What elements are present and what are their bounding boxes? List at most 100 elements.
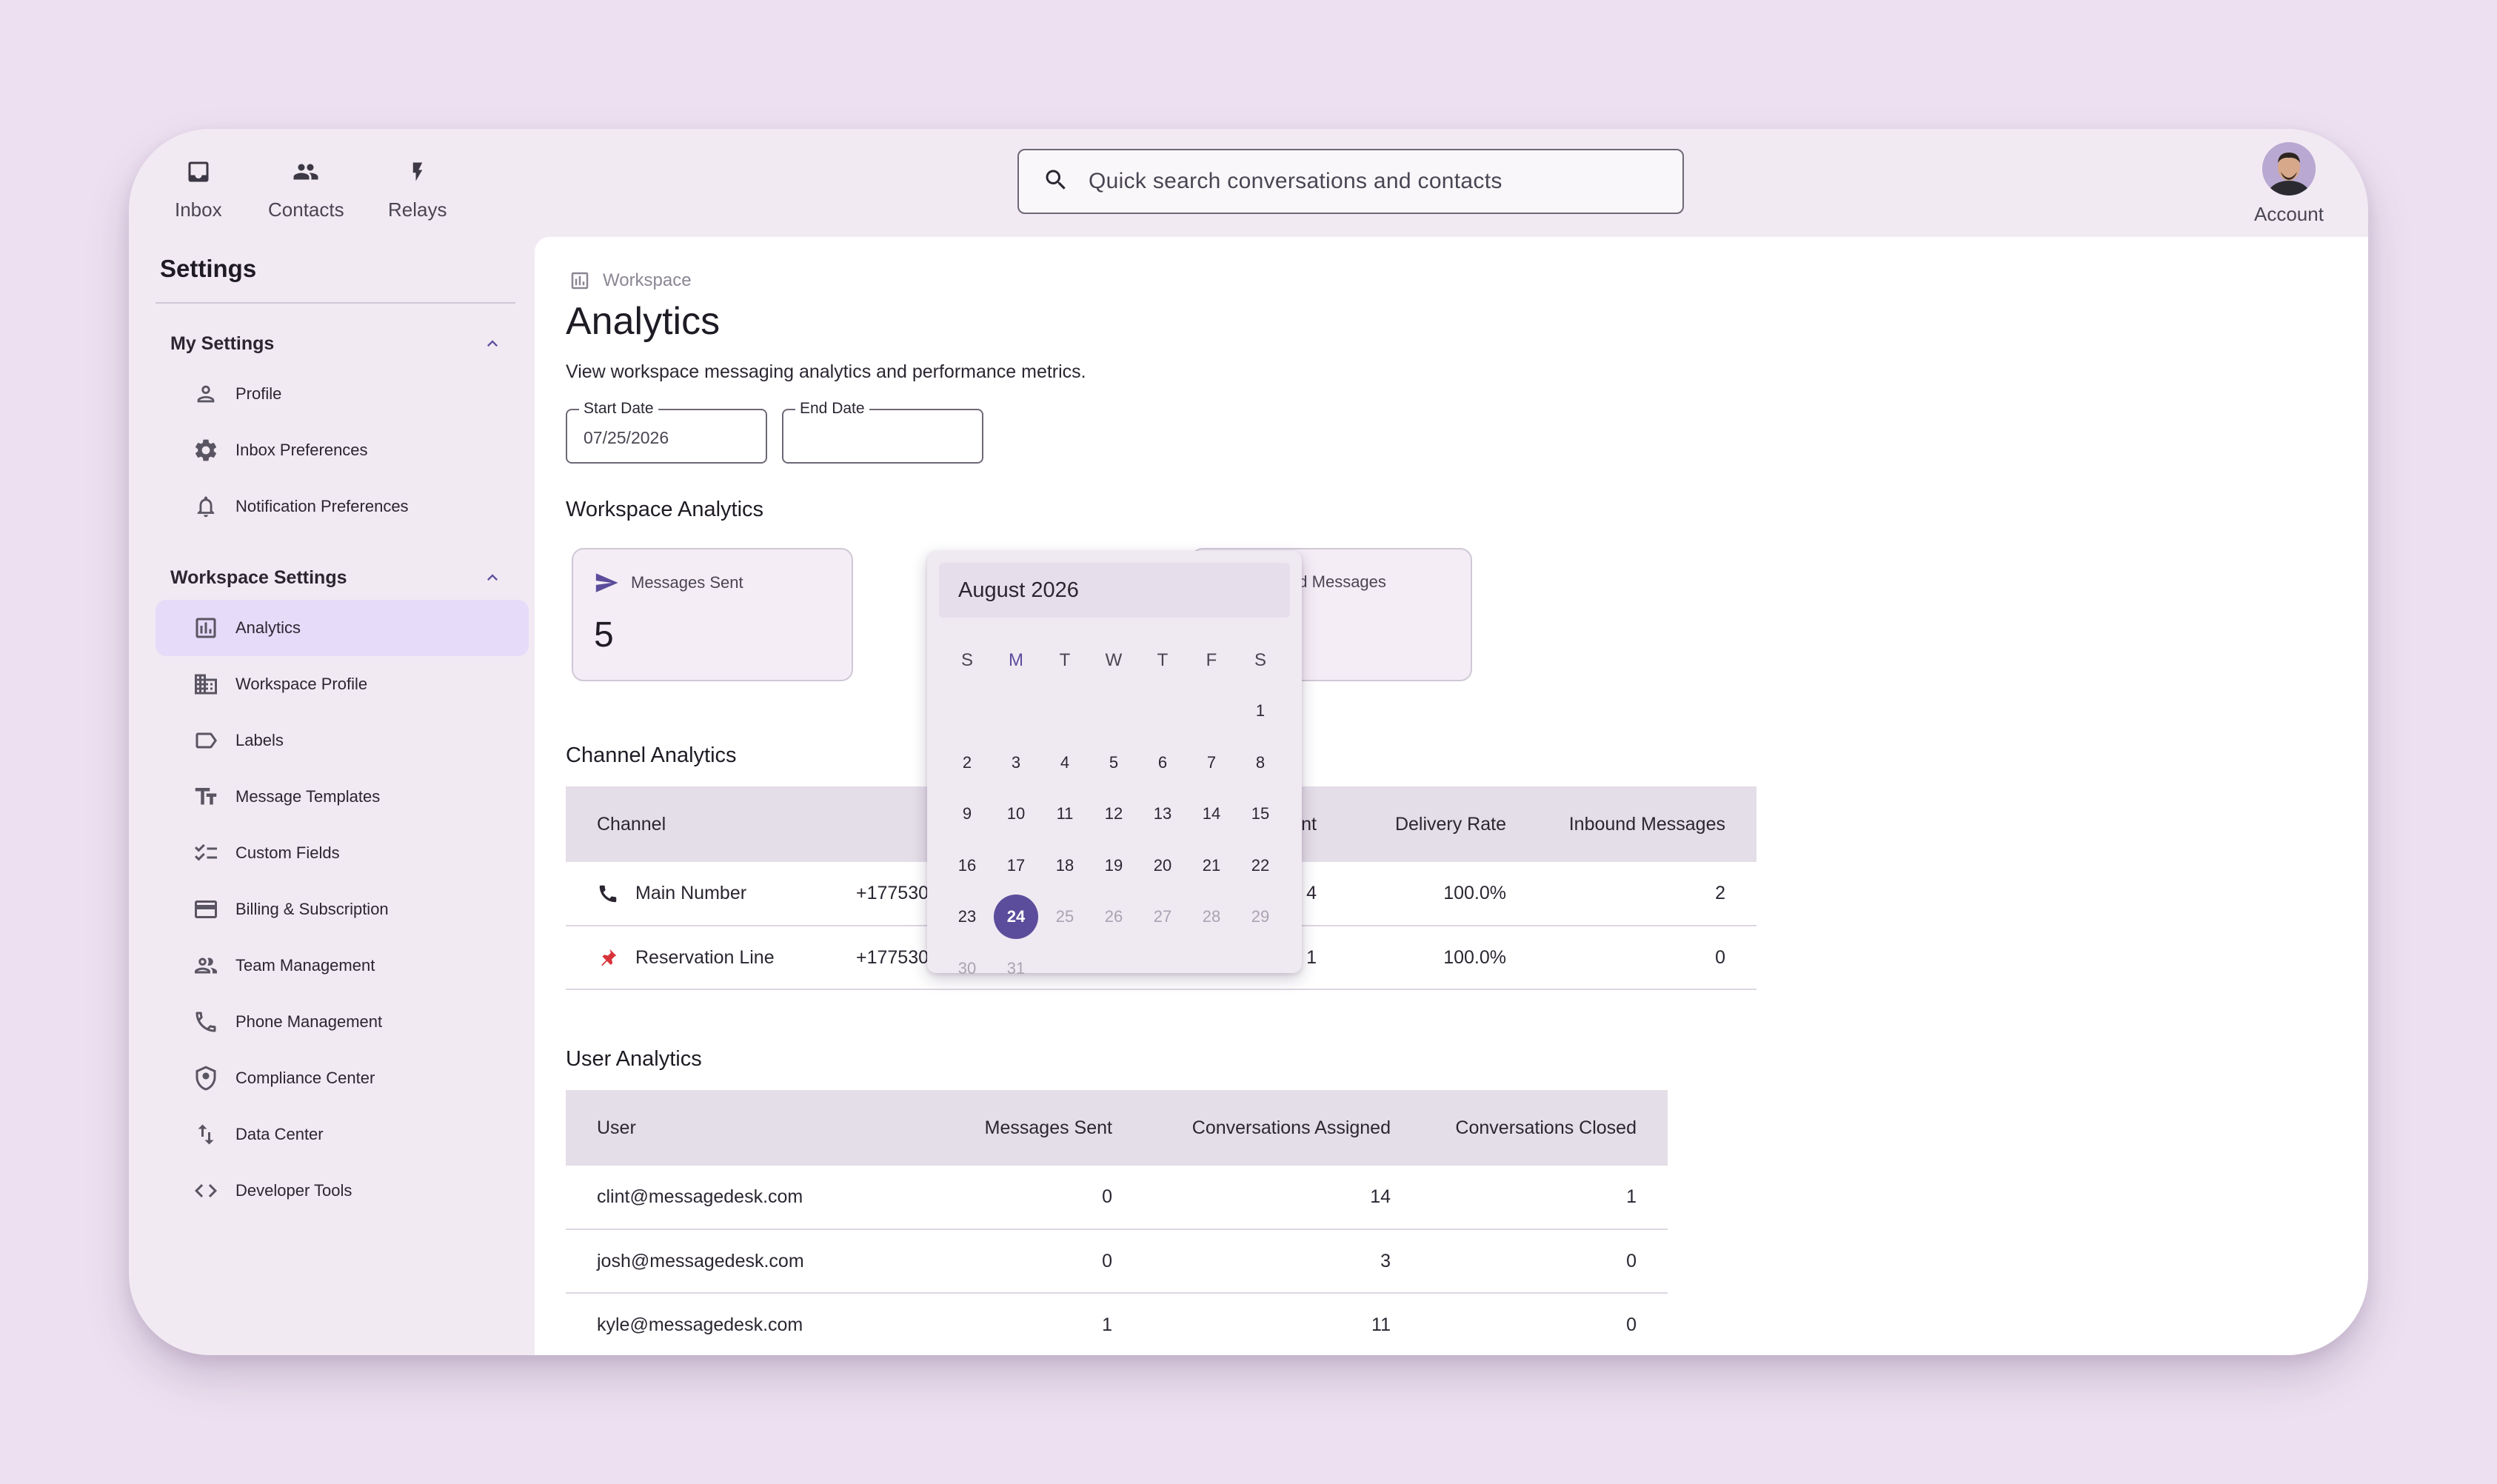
- calendar-day[interactable]: 10: [994, 792, 1038, 836]
- account-button[interactable]: Account: [2254, 142, 2324, 226]
- user-conversations-closed: 0: [1422, 1229, 1668, 1294]
- sidebar-item-billing[interactable]: Billing & Subscription: [156, 881, 529, 937]
- my-settings-label: My Settings: [170, 332, 275, 354]
- pushpin-icon: [597, 946, 619, 969]
- calendar-day[interactable]: 22: [1238, 843, 1283, 888]
- calendar-day[interactable]: 15: [1238, 792, 1283, 836]
- page-title: Analytics: [566, 300, 721, 343]
- calendar-day[interactable]: 1: [1238, 689, 1283, 733]
- calendar-month-label: August 2026: [958, 578, 1079, 602]
- metric-label: Messages Sent: [631, 573, 743, 592]
- sidebar-item-label: Team Management: [235, 956, 375, 975]
- end-date-field[interactable]: End Date: [782, 400, 983, 464]
- calendar-day[interactable]: 18: [1043, 843, 1087, 888]
- calendar-day[interactable]: 2: [945, 741, 989, 785]
- sidebar-item-analytics[interactable]: Analytics: [156, 600, 529, 656]
- sidebar-item-profile[interactable]: Profile: [156, 366, 529, 422]
- calendar-day[interactable]: 17: [994, 843, 1038, 888]
- calendar-day[interactable]: 21: [1189, 843, 1234, 888]
- channel-name: Main Number: [635, 883, 747, 903]
- calendar-day[interactable]: 16: [945, 843, 989, 888]
- sidebar-item-phone-management[interactable]: Phone Management: [156, 994, 529, 1050]
- nav-relays[interactable]: Relays: [388, 151, 447, 221]
- calendar-day[interactable]: 13: [1140, 792, 1185, 836]
- sidebar-item-custom-fields[interactable]: Custom Fields: [156, 825, 529, 881]
- sidebar-item-inbox-preferences[interactable]: Inbox Preferences: [156, 422, 529, 478]
- channel-delivery-rate: 100.0%: [1348, 862, 1537, 926]
- calendar-day[interactable]: 4: [1043, 741, 1087, 785]
- calendar-day[interactable]: 12: [1092, 792, 1136, 836]
- table-row: josh@messagedesk.com 0 3 0: [566, 1229, 1668, 1294]
- start-date-field[interactable]: Start Date 07/25/2026: [566, 400, 767, 464]
- text-fields-icon: [191, 782, 221, 812]
- workspace-analytics-title: Workspace Analytics: [566, 498, 764, 521]
- metric-value: 5: [594, 615, 614, 655]
- sidebar-item-message-templates[interactable]: Message Templates: [156, 769, 529, 825]
- calendar-day[interactable]: 5: [1092, 741, 1136, 785]
- user-email: josh@messagedesk.com: [566, 1229, 929, 1294]
- code-icon: [191, 1176, 221, 1206]
- search-icon: [1043, 167, 1069, 197]
- calendar-day[interactable]: 7: [1189, 741, 1234, 785]
- calendar-day[interactable]: 9: [945, 792, 989, 836]
- column-header[interactable]: Inbound Messages: [1537, 786, 1756, 862]
- sidebar-divider: [156, 302, 515, 304]
- sidebar-item-data-center[interactable]: Data Center: [156, 1106, 529, 1163]
- column-header[interactable]: Conversations Closed: [1422, 1090, 1668, 1166]
- user-messages-sent: 0: [929, 1166, 1143, 1230]
- nav-contacts-label: Contacts: [268, 198, 344, 221]
- channel-delivery-rate: 100.0%: [1348, 926, 1537, 990]
- channel-inbound: 0: [1537, 926, 1756, 990]
- nav-relays-label: Relays: [388, 198, 447, 221]
- inbox-icon: [185, 151, 212, 193]
- calendar-day[interactable]: 6: [1140, 741, 1185, 785]
- sidebar-item-notification-preferences[interactable]: Notification Preferences: [156, 478, 529, 535]
- page-description: View workspace messaging analytics and p…: [566, 361, 1086, 382]
- sidebar-item-developer-tools[interactable]: Developer Tools: [156, 1163, 529, 1219]
- calendar-day[interactable]: 11: [1043, 792, 1087, 836]
- column-header[interactable]: User: [566, 1090, 929, 1166]
- calendar-day: 28: [1202, 907, 1221, 926]
- column-header[interactable]: Channel: [566, 786, 825, 862]
- column-header[interactable]: Delivery Rate: [1348, 786, 1537, 862]
- calendar-day: 25: [1055, 907, 1074, 926]
- sidebar-item-labels[interactable]: Labels: [156, 712, 529, 769]
- chevron-up-icon[interactable]: [481, 566, 504, 589]
- sidebar-item-label: Compliance Center: [235, 1069, 375, 1087]
- breadcrumb[interactable]: Workspace: [569, 270, 692, 292]
- channel-analytics-title: Channel Analytics: [566, 743, 737, 767]
- nav-contacts[interactable]: Contacts: [268, 151, 344, 221]
- sidebar-item-label: Data Center: [235, 1125, 324, 1143]
- analytics-icon: [569, 270, 591, 292]
- search-input[interactable]: Quick search conversations and contacts: [1017, 149, 1684, 214]
- calendar-day[interactable]: 14: [1189, 792, 1234, 836]
- my-settings-header[interactable]: My Settings: [144, 321, 520, 366]
- calendar-day[interactable]: 8: [1238, 741, 1283, 785]
- user-conversations-closed: 1: [1422, 1166, 1668, 1230]
- analytics-icon: [191, 613, 221, 643]
- avatar: [2262, 142, 2316, 195]
- sidebar-item-compliance-center[interactable]: Compliance Center: [156, 1050, 529, 1106]
- nav-inbox[interactable]: Inbox: [175, 151, 222, 221]
- contacts-icon: [290, 151, 322, 193]
- chevron-up-icon[interactable]: [481, 332, 504, 355]
- calendar-day-selected[interactable]: 24: [994, 895, 1038, 939]
- calendar-day[interactable]: 3: [994, 741, 1038, 785]
- sidebar-item-label: Billing & Subscription: [235, 900, 389, 918]
- sidebar-item-team-management[interactable]: Team Management: [156, 937, 529, 994]
- sidebar-item-label: Message Templates: [235, 787, 381, 806]
- workspace-settings-header[interactable]: Workspace Settings: [144, 555, 520, 600]
- user-conversations-assigned: 14: [1143, 1166, 1422, 1230]
- calendar-month-header[interactable]: August 2026: [939, 563, 1290, 618]
- sidebar-item-label: Workspace Profile: [235, 675, 368, 693]
- calendar-day[interactable]: 19: [1092, 843, 1136, 888]
- column-header[interactable]: Messages Sent: [929, 1090, 1143, 1166]
- start-date-value: 07/25/2026: [584, 428, 669, 447]
- sidebar-item-label: Developer Tools: [235, 1181, 352, 1200]
- sidebar-item-label: Inbox Preferences: [235, 441, 368, 459]
- calendar-day[interactable]: 20: [1140, 843, 1185, 888]
- calendar-weekday: F: [1206, 650, 1217, 670]
- sidebar-item-workspace-profile[interactable]: Workspace Profile: [156, 656, 529, 712]
- column-header[interactable]: Conversations Assigned: [1143, 1090, 1422, 1166]
- calendar-day[interactable]: 23: [945, 895, 989, 939]
